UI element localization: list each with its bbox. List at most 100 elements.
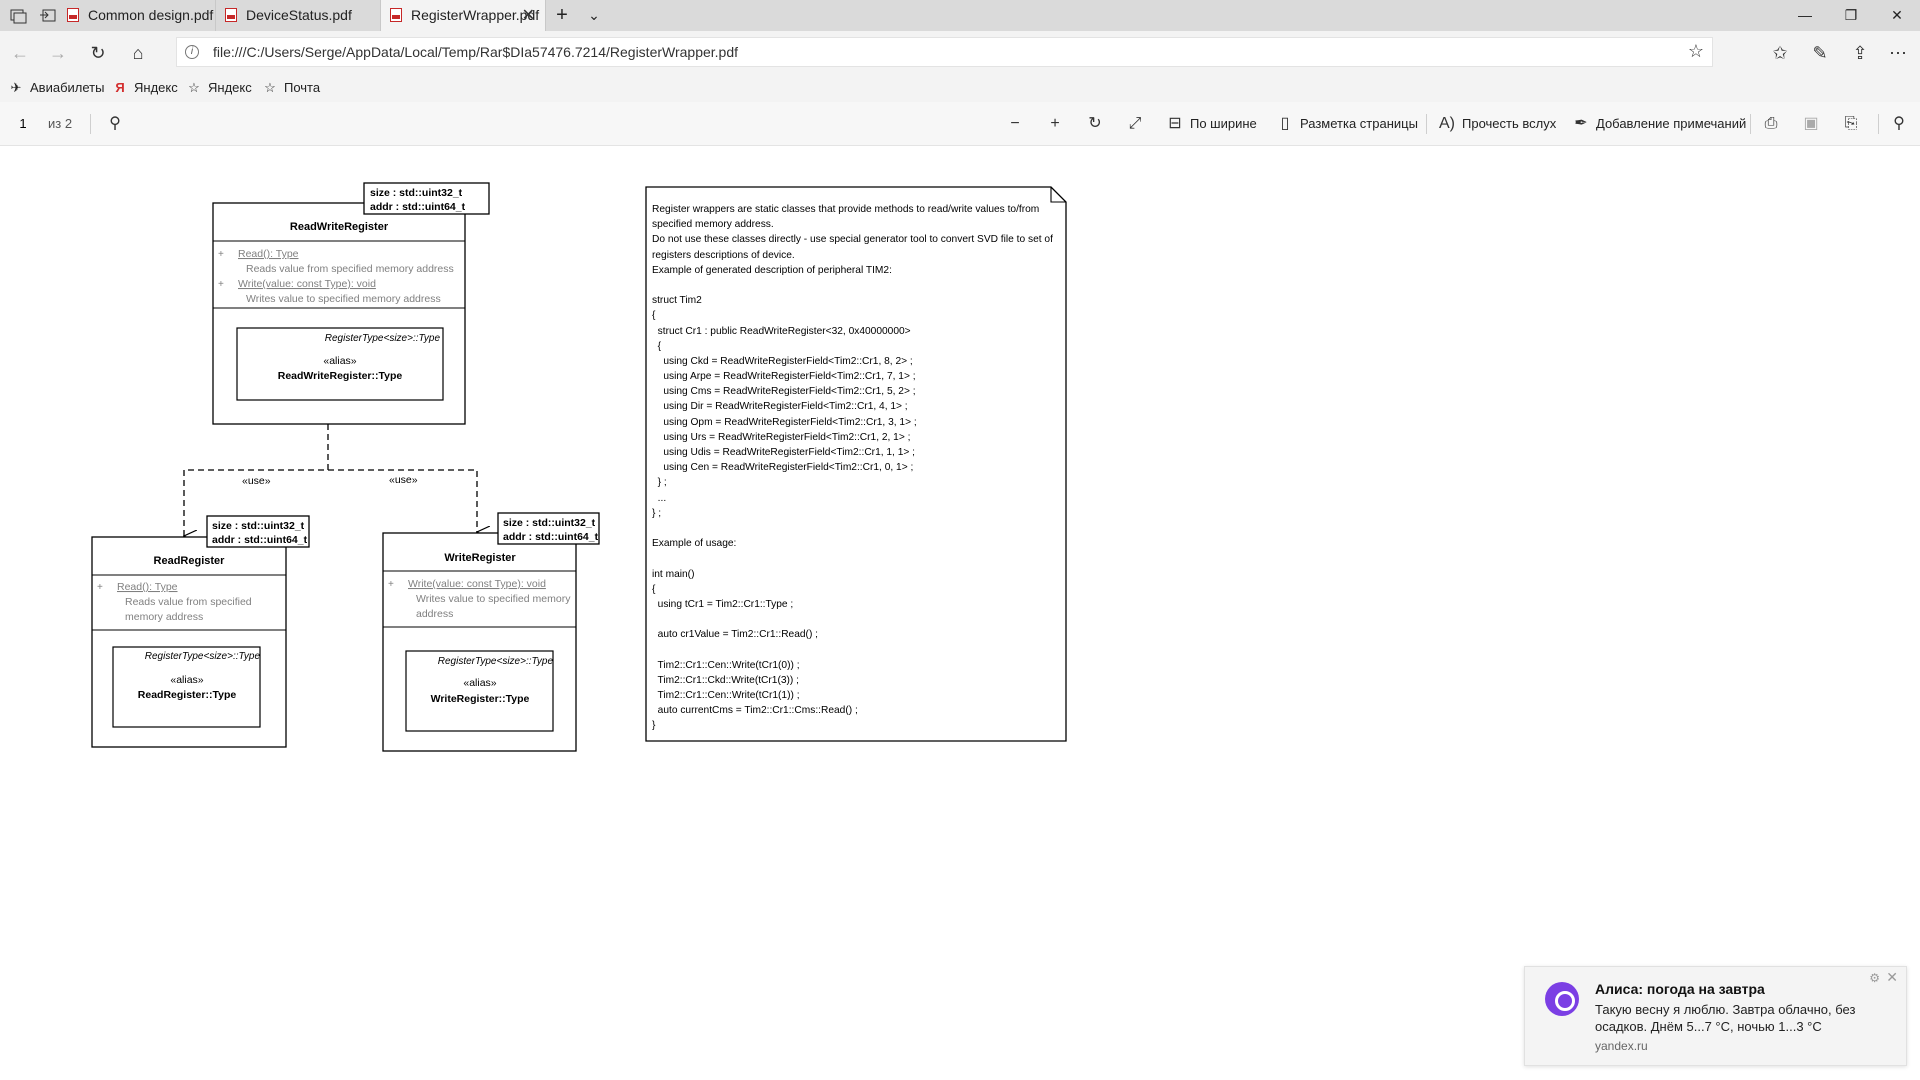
read-aloud-icon: A)	[1439, 115, 1455, 132]
class-readregister: ReadRegister + Read(): Type Reads value …	[91, 515, 310, 748]
operation-visibility: +	[97, 582, 103, 593]
home-icon[interactable]: ⌂	[124, 39, 152, 67]
refresh-icon[interactable]: ↻	[84, 39, 112, 67]
pin-toolbar-icon[interactable]: ⚲	[1890, 112, 1914, 136]
favorite-star-icon[interactable]: ☆	[1688, 41, 1704, 62]
class-readwriteregister: ReadWriteRegister + Read(): Type Reads v…	[212, 182, 490, 425]
operation-description: Writes value to specified memory address	[246, 293, 441, 305]
class-name: WriteRegister	[444, 552, 516, 564]
close-tab-icon[interactable]: ✕	[522, 0, 535, 31]
note-line: Register wrappers are static classes tha…	[652, 204, 1040, 215]
settings-gear-icon[interactable]: ⚙	[1869, 971, 1880, 985]
zoom-in-icon[interactable]: +	[1046, 112, 1070, 136]
note-line: using Udis = ReadWriteRegisterField<Tim2…	[652, 447, 915, 458]
note-line: registers descriptions of device.	[652, 249, 795, 261]
operation-description: address	[416, 608, 453, 620]
plane-icon: ✈	[10, 80, 22, 95]
note-line: using Ckd = ReadWriteRegisterField<Tim2:…	[652, 355, 913, 367]
tab-preview-chevron-icon[interactable]: ⌄	[578, 0, 610, 31]
operation-description: Reads value from specified memory addres…	[246, 263, 454, 275]
restore-button[interactable]: ❐	[1828, 0, 1874, 31]
note-line: Example of generated description of peri…	[652, 264, 892, 276]
class-writeregister: WriteRegister + Write(value: const Type)…	[382, 512, 600, 752]
alias-name: WriteRegister::Type	[431, 693, 530, 705]
note-line	[652, 642, 1062, 657]
favorites-bar: ✈ Авиабилеты Я Яндекс ☆ Яндекс ☆ Почта	[0, 74, 1920, 102]
template-param-addr: addr : std::uint64_t	[503, 531, 599, 543]
note-line: struct Tim2	[652, 295, 702, 307]
minimize-button[interactable]: —	[1782, 0, 1828, 31]
close-notification-icon[interactable]: ✕	[1886, 969, 1898, 986]
note-line: }	[652, 720, 656, 732]
notification-title: Алиса: погода на завтра	[1595, 981, 1765, 997]
favorite-label: Авиабилеты	[30, 80, 105, 95]
tab-common-design[interactable]: Common design.pdf	[58, 0, 216, 31]
star-icon: ☆	[188, 80, 200, 95]
zoom-out-icon[interactable]: −	[1006, 112, 1030, 136]
toolbar-divider	[1878, 114, 1879, 134]
close-window-button[interactable]: ✕	[1874, 0, 1920, 31]
rotate-icon[interactable]: ↻	[1086, 112, 1110, 136]
fit-width-button[interactable]: ⊟ По ширине	[1166, 112, 1257, 136]
address-bar[interactable]: i file:///C:/Users/Serge/AppData/Local/T…	[176, 37, 1713, 67]
pdf-file-icon	[225, 8, 237, 22]
save-as-icon[interactable]: ⎘	[1842, 112, 1866, 136]
favorite-yandex-1[interactable]: Я Яндекс	[112, 78, 177, 98]
tab-manager-icon[interactable]	[8, 6, 28, 26]
read-aloud-button[interactable]: A) Прочесть вслух	[1438, 112, 1556, 136]
pdf-file-icon	[67, 8, 79, 22]
use-label-left: «use»	[242, 475, 271, 487]
toolbar-divider	[1426, 114, 1427, 134]
template-param-addr: addr : std::uint64_t	[212, 534, 308, 546]
site-info-icon[interactable]: i	[185, 45, 199, 59]
operation-visibility: +	[388, 579, 394, 590]
print-icon[interactable]: ⎙	[1762, 112, 1786, 136]
back-arrow-icon[interactable]: ←	[6, 39, 34, 67]
new-tab-button[interactable]: +	[546, 0, 578, 31]
favorite-aviabilety[interactable]: ✈ Авиабилеты	[8, 78, 105, 98]
more-menu-icon[interactable]: ⋯	[1884, 39, 1912, 67]
add-notes-label: Добавление примечаний	[1596, 116, 1747, 131]
forward-arrow-icon[interactable]: →	[44, 39, 72, 67]
share-icon[interactable]: ⇪	[1846, 39, 1874, 67]
note-line	[652, 551, 1062, 566]
operation-visibility: +	[218, 279, 224, 290]
alice-weather-notification[interactable]: ⚙ ✕ Алиса: погода на завтра Такую весну …	[1524, 966, 1907, 1066]
note-line: } ;	[652, 507, 662, 519]
note-line: using Cms = ReadWriteRegisterField<Tim2:…	[652, 386, 916, 398]
tab-register-wrapper[interactable]: RegisterWrapper.pdf ✕	[381, 0, 546, 31]
search-icon[interactable]: ⚲	[106, 112, 130, 136]
address-url[interactable]: file:///C:/Users/Serge/AppData/Local/Tem…	[213, 38, 738, 66]
tab-device-status[interactable]: DeviceStatus.pdf	[216, 0, 381, 31]
note-line: auto cr1Value = Tim2::Cr1::Read() ;	[652, 629, 818, 641]
page-layout-label: Разметка страницы	[1300, 116, 1418, 131]
note-line: Example of usage:	[652, 538, 737, 550]
read-aloud-label: Прочесть вслух	[1462, 116, 1557, 131]
page-number-input[interactable]: 1	[8, 112, 38, 136]
favorite-pochta[interactable]: ☆ Почта	[262, 78, 320, 98]
note-line: using Urs = ReadWriteRegisterField<Tim2:…	[652, 431, 911, 443]
note-line: using Opm = ReadWriteRegisterField<Tim2:…	[652, 416, 917, 428]
pen-icon: ✒	[1574, 115, 1588, 132]
operation-write: Write(value: const Type): void	[408, 578, 546, 590]
pdf-page: ReadWriteRegister + Read(): Type Reads v…	[0, 146, 1920, 1076]
class-name: ReadWriteRegister	[290, 221, 389, 233]
save-icon[interactable]: ▣	[1802, 112, 1826, 136]
note-line: {	[652, 340, 662, 352]
note-line: {	[652, 310, 656, 322]
note-line	[652, 612, 1062, 627]
operation-read: Read(): Type	[238, 248, 299, 260]
add-notes-button[interactable]: ✒ Добавление примечаний	[1572, 112, 1746, 136]
alias-stereotype: «alias»	[323, 355, 356, 367]
note-line: ...	[652, 492, 667, 504]
favorites-hub-icon[interactable]: ✩	[1766, 39, 1794, 67]
navigation-bar: ← → ↻ ⌂ i file:///C:/Users/Serge/AppData…	[0, 31, 1920, 74]
web-note-pen-icon[interactable]: ✎	[1806, 39, 1834, 67]
alias-template-type: RegisterType<size>::Type	[438, 656, 554, 667]
favorite-yandex-2[interactable]: ☆ Яндекс	[186, 78, 252, 98]
yandex-icon: Я	[115, 80, 125, 95]
set-tabs-aside-icon[interactable]	[38, 6, 58, 26]
full-screen-icon[interactable]: ⤢	[1126, 112, 1150, 136]
page-layout-button[interactable]: ▯ Разметка страницы	[1276, 112, 1418, 136]
fit-width-label: По ширине	[1190, 116, 1257, 131]
